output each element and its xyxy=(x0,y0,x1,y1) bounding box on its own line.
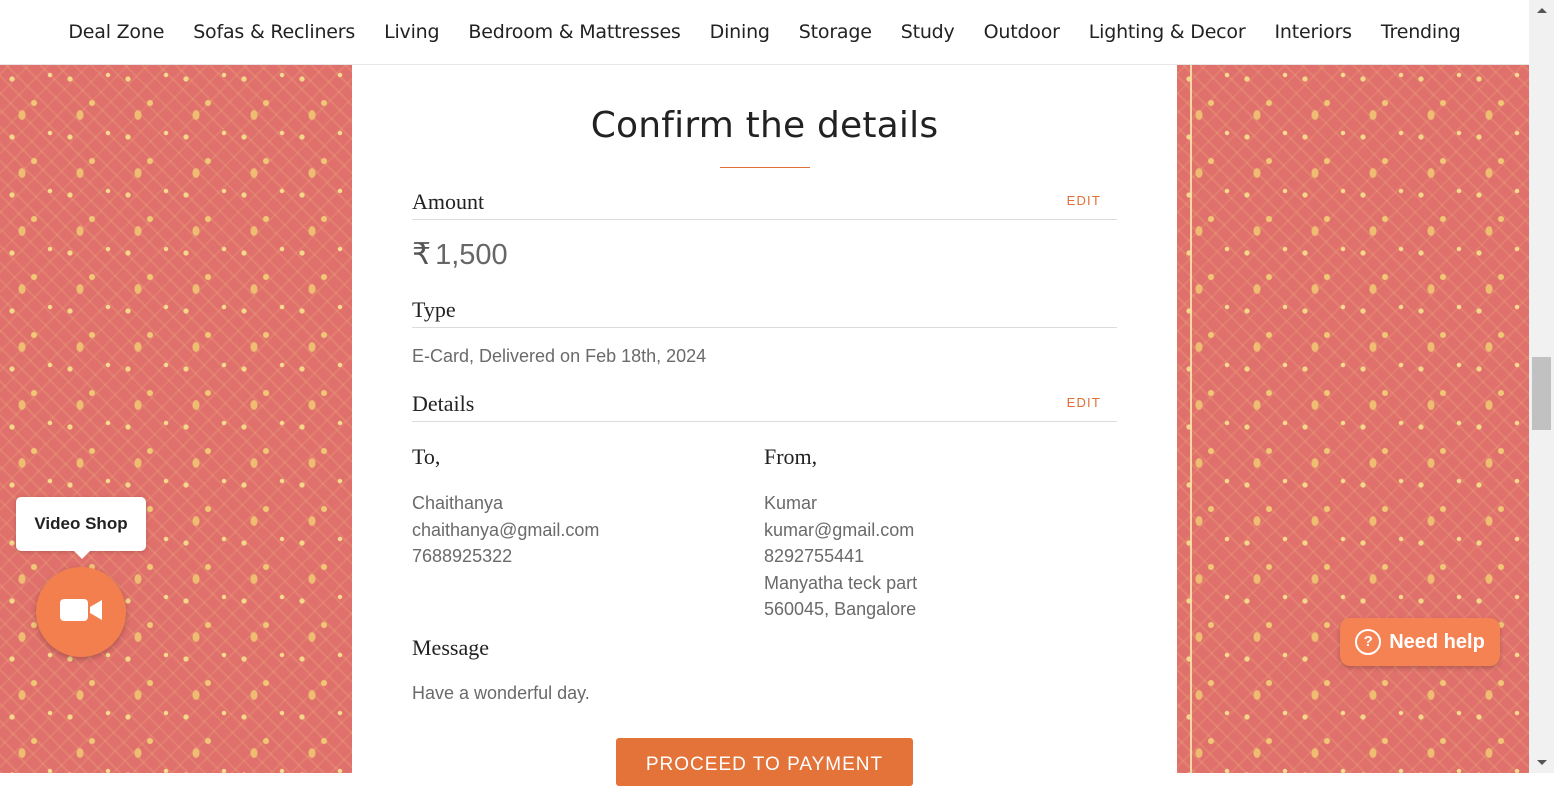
edit-amount-link[interactable]: EDIT xyxy=(1067,193,1101,208)
proceed-to-payment-button[interactable]: PROCEED TO PAYMENT xyxy=(616,738,913,786)
nav-outdoor[interactable]: Outdoor xyxy=(984,21,1060,43)
recipient-name: Chaithanya xyxy=(412,493,504,513)
video-camera-icon xyxy=(59,596,103,628)
to-heading: To, xyxy=(412,444,441,469)
nav-sofas-recliners[interactable]: Sofas & Recliners xyxy=(193,21,355,43)
edit-details-link[interactable]: EDIT xyxy=(1067,395,1101,410)
sender-name: Kumar xyxy=(764,493,818,513)
sender-phone: 8292755441 xyxy=(764,546,865,566)
nav-living[interactable]: Living xyxy=(384,21,439,43)
nav-lighting-decor[interactable]: Lighting & Decor xyxy=(1089,21,1246,43)
scroll-down-arrow-icon[interactable] xyxy=(1537,760,1547,765)
message-text: Have a wonderful day. xyxy=(412,683,590,703)
type-value: E-Card, Delivered on Feb 18th, 2024 xyxy=(412,346,707,366)
question-circle-icon: ? xyxy=(1355,629,1382,655)
details-label: Details xyxy=(412,391,475,416)
amount-label: Amount xyxy=(412,189,485,214)
confirm-details-card: Confirm the details Amount EDIT ₹1,500 T… xyxy=(352,65,1177,786)
video-shop-button[interactable] xyxy=(36,567,126,657)
recipient-phone: 7688925322 xyxy=(412,546,513,566)
page-title: Confirm the details xyxy=(590,105,939,146)
amount-section-header: Amount EDIT xyxy=(412,189,1117,220)
nav-interiors[interactable]: Interiors xyxy=(1274,21,1352,43)
type-section-header: Type xyxy=(412,297,1117,328)
nav-dining[interactable]: Dining xyxy=(710,21,770,43)
rupee-icon: ₹ xyxy=(412,238,432,271)
nav-deal-zone[interactable]: Deal Zone xyxy=(68,21,164,43)
video-shop-tooltip[interactable]: Video Shop xyxy=(16,497,146,559)
sender-details: Kumar kumar@gmail.com 8292755441 Manyath… xyxy=(764,490,917,623)
title-divider xyxy=(720,167,810,168)
sender-address-line1: Manyatha teck part xyxy=(764,572,918,593)
page-scrollbar[interactable] xyxy=(1529,0,1554,773)
details-section-header: Details EDIT xyxy=(412,391,1117,422)
from-heading: From, xyxy=(764,444,818,469)
birthday-pattern-left xyxy=(0,65,352,773)
top-navigation: Deal Zone Sofas & Recliners Living Bedro… xyxy=(0,0,1529,65)
nav-study[interactable]: Study xyxy=(901,21,955,43)
amount-number: 1,500 xyxy=(435,239,508,271)
nav-trending[interactable]: Trending xyxy=(1381,21,1461,43)
nav-bedroom-mattresses[interactable]: Bedroom & Mattresses xyxy=(468,21,680,43)
type-label: Type xyxy=(412,297,456,322)
sender-email: kumar@gmail.com xyxy=(764,519,915,540)
amount-value: ₹1,500 xyxy=(412,237,508,272)
need-help-label: Need help xyxy=(1389,630,1485,653)
recipient-email: chaithanya@gmail.com xyxy=(412,519,600,540)
birthday-pattern-right xyxy=(1177,65,1529,773)
nav-storage[interactable]: Storage xyxy=(799,21,872,43)
sender-address-line2: 560045, Bangalore xyxy=(764,599,917,619)
recipient-details: Chaithanya chaithanya@gmail.com 76889253… xyxy=(412,490,599,570)
need-help-button[interactable]: ? Need help xyxy=(1340,618,1500,666)
scrollbar-thumb[interactable] xyxy=(1532,357,1551,430)
scroll-up-arrow-icon[interactable] xyxy=(1537,8,1547,13)
message-label: Message xyxy=(412,635,489,660)
